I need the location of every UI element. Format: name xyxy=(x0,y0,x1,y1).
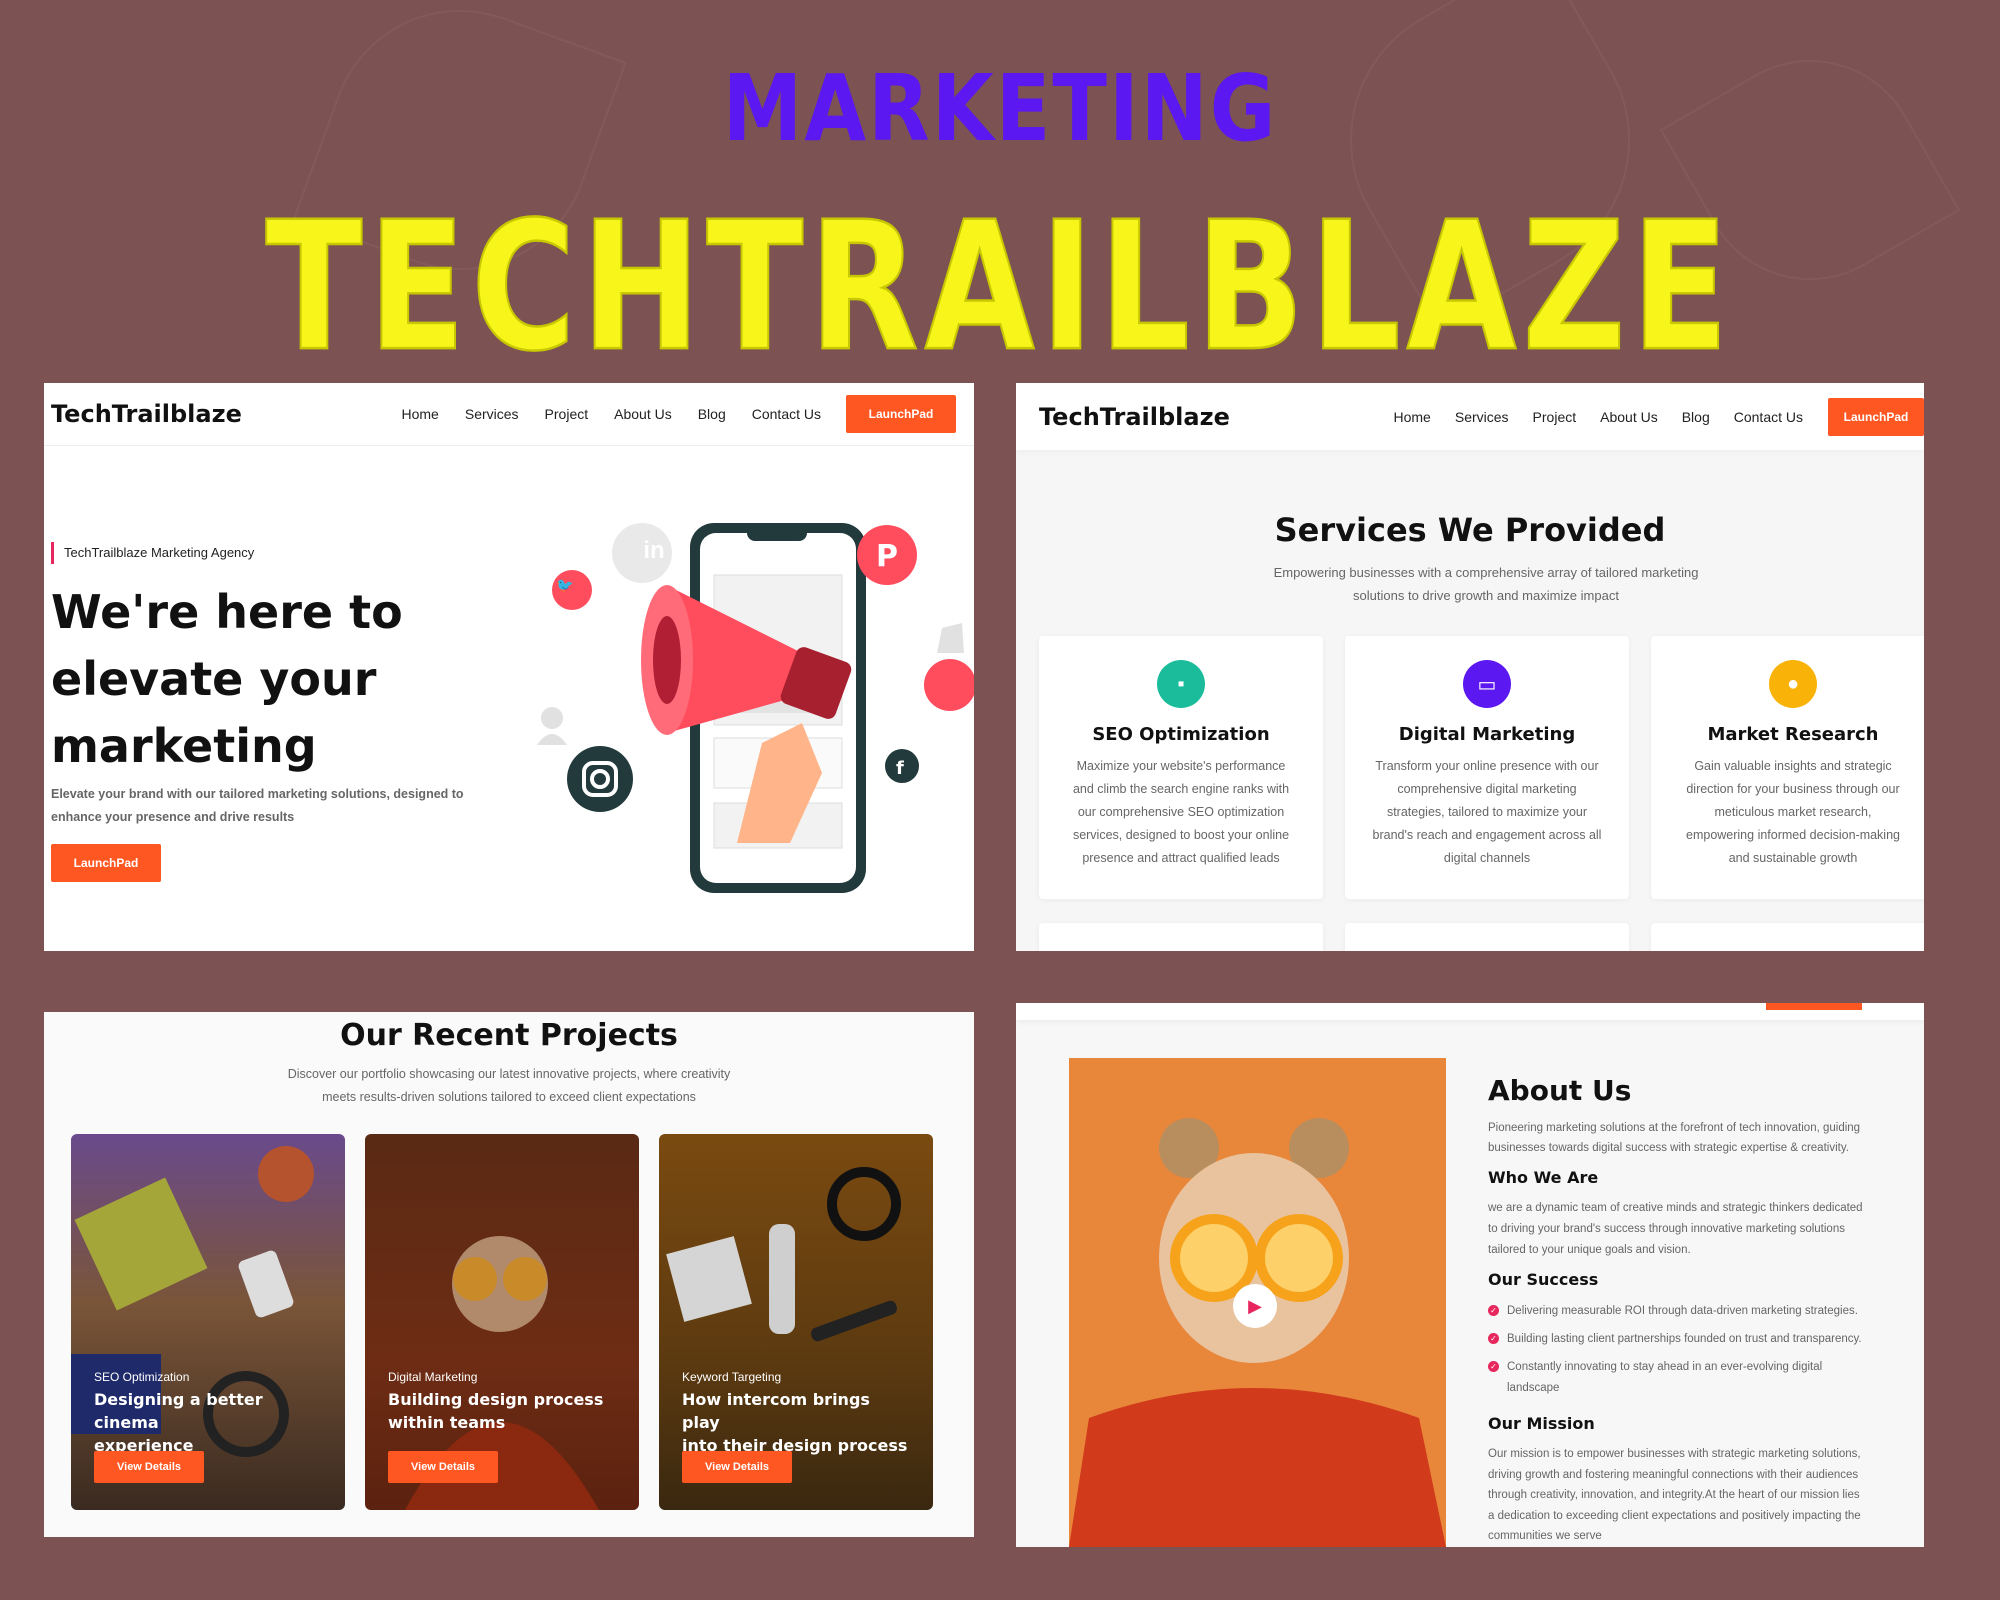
nav-about[interactable]: About Us xyxy=(614,406,672,422)
view-details-button[interactable]: View Details xyxy=(388,1451,498,1483)
project-category: Digital Marketing xyxy=(388,1370,478,1384)
megaphone-phone-illustration: P f xyxy=(537,523,974,893)
nav-contact[interactable]: Contact Us xyxy=(752,406,821,422)
nav-services[interactable]: Services xyxy=(465,406,519,422)
play-icon[interactable]: ▶ xyxy=(1233,1284,1277,1328)
projects-subtitle: Discover our portfolio showcasing our la… xyxy=(287,1067,731,1104)
our-mission-text: Our mission is to empower businesses wit… xyxy=(1488,1448,1861,1542)
twitter-icon: 🐦 xyxy=(556,576,574,593)
launchpad-button-edge[interactable] xyxy=(1766,1003,1862,1010)
about-screenshot: ▶ About Us Pioneering marketing solution… xyxy=(1016,1003,1924,1547)
logo[interactable]: TechTrailblaze xyxy=(1039,403,1230,431)
project-card-2[interactable]: Digital Marketing Building design proces… xyxy=(365,1134,639,1510)
view-details-button[interactable]: View Details xyxy=(682,1451,792,1483)
check-icon: ✓ xyxy=(1488,1361,1499,1373)
hero-launchpad-button[interactable]: LaunchPad xyxy=(51,844,161,882)
project-card-3[interactable]: Keyword Targeting How intercom brings pl… xyxy=(659,1134,933,1510)
hero-subtext: Elevate your brand with our tailored mar… xyxy=(51,787,464,824)
project-title: Designing a better cinema experience xyxy=(94,1390,263,1455)
service-card-partial xyxy=(1039,923,1323,951)
our-success-title: Our Success xyxy=(1488,1270,1599,1289)
services-screenshot: TechTrailblaze Home Services Project Abo… xyxy=(1016,383,1924,951)
lightbulb-icon: ● xyxy=(1769,660,1817,708)
service-card-digital[interactable]: ▭ Digital Marketing Transform your onlin… xyxy=(1345,636,1629,899)
nav-blog[interactable]: Blog xyxy=(1682,409,1710,425)
success-list: ✓ Delivering measurable ROI through data-… xyxy=(1488,1301,1862,1399)
success-item: ✓ Delivering measurable ROI through data-… xyxy=(1488,1301,1862,1322)
view-details-button[interactable]: View Details xyxy=(94,1451,204,1483)
launchpad-nav-button[interactable]: LaunchPad xyxy=(1828,397,1924,436)
nav-about[interactable]: About Us xyxy=(1600,409,1658,425)
project-title: Building design process within teams xyxy=(388,1390,604,1432)
nav-project[interactable]: Project xyxy=(545,406,589,422)
category-title: MARKETING xyxy=(722,55,1278,162)
hero-headline: We're here to elevate your marketing xyxy=(51,585,403,773)
projects-title: Our Recent Projects xyxy=(340,1018,678,1053)
project-category: Keyword Targeting xyxy=(682,1370,782,1384)
linkedin-icon: in xyxy=(643,537,665,564)
about-title: About Us xyxy=(1488,1074,1632,1107)
launchpad-nav-button[interactable]: LaunchPad xyxy=(846,395,956,433)
service-card-research[interactable]: ● Market Research Gain valuable insights… xyxy=(1651,636,1924,899)
hero-screenshot: TechTrailblaze Home Services Project Abo… xyxy=(44,383,974,951)
services-title: Services We Provided xyxy=(1274,511,1666,549)
about-intro: Pioneering marketing solutions at the fo… xyxy=(1488,1122,1861,1154)
success-item: ✓ Building lasting client partnerships fo… xyxy=(1488,1329,1862,1350)
nav-blog[interactable]: Blog xyxy=(698,406,726,422)
nav-services[interactable]: Services xyxy=(1455,409,1509,425)
projects-screenshot: Our Recent Projects Discover our portfol… xyxy=(44,1012,974,1537)
about-image: ▶ xyxy=(1069,1058,1446,1547)
brand-title: TECHTRAILBLAZE xyxy=(265,183,1735,392)
nav-contact[interactable]: Contact Us xyxy=(1734,409,1803,425)
chat-icon: ▪ xyxy=(1157,660,1205,708)
services-subtitle: Empowering businesses with a comprehensi… xyxy=(1273,565,1699,603)
our-mission-title: Our Mission xyxy=(1488,1414,1595,1433)
nav-home[interactable]: Home xyxy=(402,406,439,422)
success-item-continuation: landscape xyxy=(1507,1382,1560,1394)
service-card-seo[interactable]: ▪ SEO Optimization Maximize your website… xyxy=(1039,636,1323,899)
navbar: TechTrailblaze Home Services Project Abo… xyxy=(1016,383,1924,450)
svg-text:P: P xyxy=(876,539,898,574)
who-we-are-title: Who We Are xyxy=(1488,1168,1599,1187)
svg-text:f: f xyxy=(896,758,904,779)
who-we-are-text: we are a dynamic team of creative minds … xyxy=(1488,1202,1863,1256)
nav-project[interactable]: Project xyxy=(1533,409,1577,425)
monitor-icon: ▭ xyxy=(1463,660,1511,708)
hero-tagline: TechTrailblaze Marketing Agency xyxy=(51,542,254,564)
success-item: ✓ Constantly innovating to stay ahead in … xyxy=(1488,1357,1862,1378)
nav-home[interactable]: Home xyxy=(1394,409,1431,425)
navbar: TechTrailblaze Home Services Project Abo… xyxy=(44,383,974,446)
project-card-1[interactable]: SEO Optimization Designing a better cine… xyxy=(71,1134,345,1510)
service-card-partial xyxy=(1345,923,1629,951)
project-category: SEO Optimization xyxy=(94,1370,190,1384)
nav-links: Home Services Project About Us Blog Cont… xyxy=(1394,409,1804,425)
project-title: How intercom brings play into their desig… xyxy=(682,1390,908,1455)
nav-links: Home Services Project About Us Blog Cont… xyxy=(402,406,822,422)
check-icon: ✓ xyxy=(1488,1305,1499,1317)
service-card-partial xyxy=(1651,923,1924,951)
logo[interactable]: TechTrailblaze xyxy=(51,400,242,428)
check-icon: ✓ xyxy=(1488,1333,1499,1345)
